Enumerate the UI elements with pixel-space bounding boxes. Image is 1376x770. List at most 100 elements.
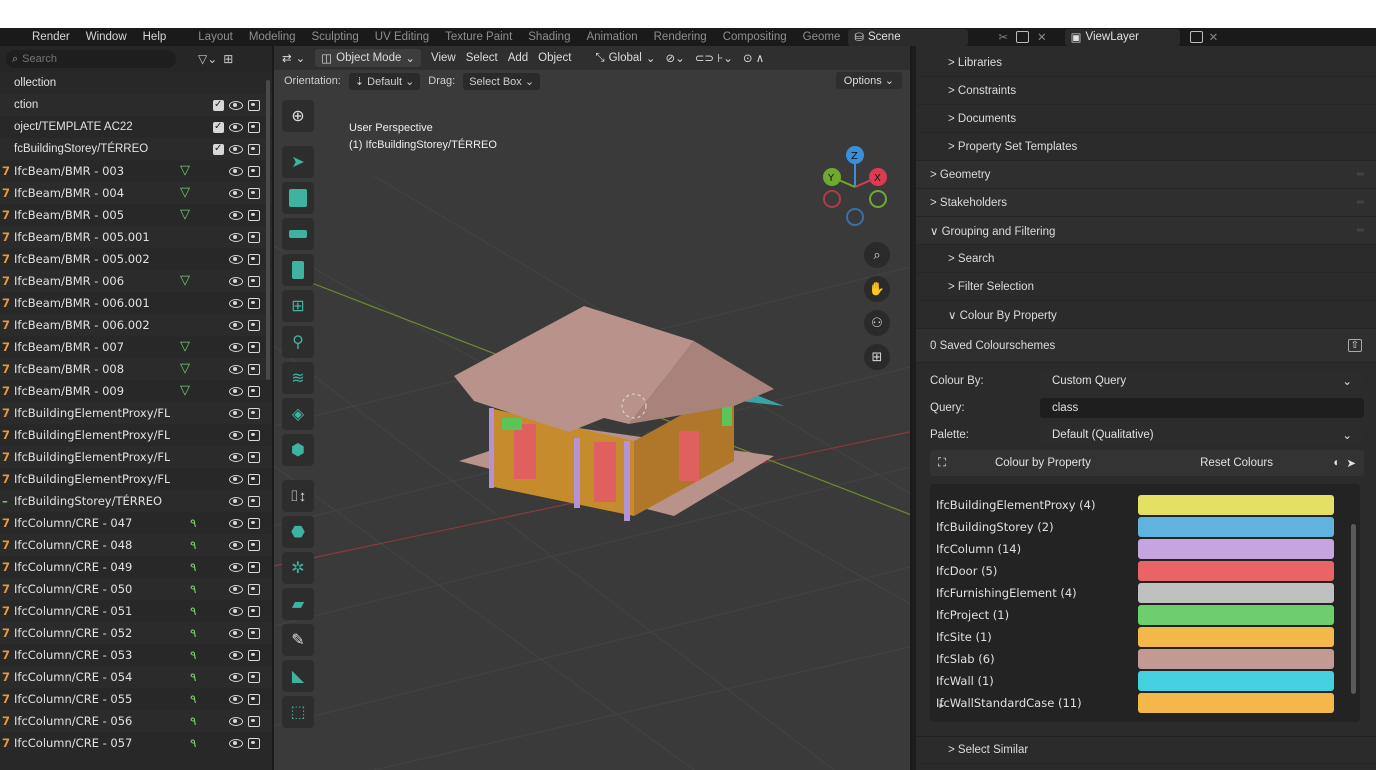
viewlayer-selector[interactable]: ▣ ViewLayer xyxy=(1064,28,1180,46)
eye-icon[interactable] xyxy=(229,320,243,330)
eye-icon[interactable] xyxy=(229,452,243,462)
menu-view[interactable]: View xyxy=(431,52,456,64)
eye-icon[interactable] xyxy=(229,562,243,572)
outliner-row[interactable]: 7 IfcBuildingElementProxy/FL xyxy=(0,402,272,424)
hand-icon[interactable]: ✋ xyxy=(864,276,890,302)
delete-scene-icon[interactable]: ✕ xyxy=(1037,30,1047,44)
drag-dropdown[interactable]: Select Box ⌄ xyxy=(463,72,541,90)
slab-tool[interactable] xyxy=(282,218,314,250)
reset-colours-button[interactable]: Reset Colours xyxy=(1140,457,1334,469)
delete-viewlayer-icon[interactable]: ✕ xyxy=(1209,30,1219,44)
property-section-row[interactable]: > Stakeholders ═ xyxy=(916,189,1376,217)
eye-icon[interactable] xyxy=(229,298,243,308)
wall-tool[interactable] xyxy=(282,182,314,214)
camera-icon[interactable] xyxy=(248,429,260,441)
menu-render[interactable]: Render xyxy=(0,31,78,43)
property-section-row[interactable]: > Search xyxy=(916,245,1376,273)
outliner-row[interactable]: 7 IfcColumn/CRE - 052 ٩ xyxy=(0,622,272,644)
camera-icon[interactable] xyxy=(248,231,260,243)
space-tool[interactable]: ⬣ xyxy=(282,516,314,548)
outliner-search-input[interactable]: ⌕ Search xyxy=(6,50,176,68)
modifier-icon[interactable]: ▽ xyxy=(180,358,190,380)
filter-icon[interactable]: ▽⌄ xyxy=(198,52,217,66)
outliner-row[interactable]: 7 IfcBuildingElementProxy/FL xyxy=(0,446,272,468)
camera-icon[interactable] xyxy=(248,693,260,705)
camera-icon[interactable] xyxy=(248,539,260,551)
camera-icon[interactable] xyxy=(248,297,260,309)
proportional-edit-button[interactable]: ⊙ ∧ xyxy=(743,51,764,65)
property-section-row[interactable]: > Libraries xyxy=(916,49,1376,77)
outliner-row[interactable]: 7 IfcColumn/CRE - 053 ٩ xyxy=(0,644,272,666)
grid-view-icon[interactable]: ⊞ xyxy=(864,344,890,370)
property-section-row[interactable]: ∨ Grouping and Filtering ═ xyxy=(916,217,1376,245)
include-checkbox[interactable] xyxy=(213,138,224,160)
tab-modeling[interactable]: Modeling xyxy=(241,28,304,46)
menu-select[interactable]: Select xyxy=(466,52,498,64)
scene-new-icon[interactable]: ✂ xyxy=(998,30,1008,44)
outliner-row[interactable]: 7 IfcBuildingElementProxy/FL xyxy=(0,424,272,446)
colour-by-property-button[interactable]: Colour by Property xyxy=(946,457,1140,469)
colour-swatch[interactable] xyxy=(1138,627,1334,647)
palette-dropdown[interactable]: Default (Qualitative) ⌄ xyxy=(1040,424,1364,445)
modifier-icon[interactable]: ▽ xyxy=(180,336,190,358)
outliner-row[interactable]: 7 IfcColumn/CRE - 055 ٩ xyxy=(0,688,272,710)
camera-icon[interactable] xyxy=(248,627,260,639)
outliner-row[interactable]: 7 IfcBeam/BMR - 003 ▽ xyxy=(0,160,272,182)
pivot-point-button[interactable]: ⊘⌄ xyxy=(666,51,685,65)
outliner-row[interactable]: oject/TEMPLATE AC22 xyxy=(0,116,272,138)
colour-swatch[interactable] xyxy=(1138,583,1334,603)
camera-icon[interactable] xyxy=(248,451,260,463)
menu-window[interactable]: Window xyxy=(78,31,135,43)
camera-icon[interactable] xyxy=(248,121,260,133)
export-icon[interactable]: ⇧ xyxy=(1347,339,1362,352)
eye-icon[interactable] xyxy=(229,232,243,242)
tab-geometry[interactable]: Geome xyxy=(795,28,849,46)
colour-swatch[interactable] xyxy=(1138,495,1334,515)
new-collection-icon[interactable]: ⊞ xyxy=(223,52,233,66)
eye-icon[interactable] xyxy=(229,672,243,682)
colour-swatch[interactable] xyxy=(1138,561,1334,581)
tab-uv-editing[interactable]: UV Editing xyxy=(367,28,437,46)
camera-icon[interactable] xyxy=(248,341,260,353)
column-tool[interactable]: ⚲ xyxy=(282,326,314,358)
eye-icon[interactable] xyxy=(229,100,243,110)
camera-icon[interactable] xyxy=(248,737,260,749)
camera-icon[interactable] xyxy=(248,275,260,287)
eye-icon[interactable] xyxy=(229,386,243,396)
outliner-row[interactable]: 7 IfcBeam/BMR - 009 ▽ xyxy=(0,380,272,402)
drag-handle-icon[interactable]: ═ xyxy=(1357,225,1364,236)
query-input[interactable]: class xyxy=(1040,397,1364,418)
element-tool[interactable]: ⬢ xyxy=(282,434,314,466)
property-section-row[interactable]: > Geometry ═ xyxy=(916,161,1376,189)
stair-tool[interactable]: ≋ xyxy=(282,362,314,394)
mode-selector[interactable]: ◫ Object Mode ⌄ xyxy=(315,49,421,67)
property-section-row[interactable]: > Documents xyxy=(916,105,1376,133)
outliner-row[interactable]: 7 IfcColumn/CRE - 050 ٩ xyxy=(0,578,272,600)
camera-icon[interactable] xyxy=(248,583,260,595)
outliner-row[interactable]: – IfcBuildingStorey/TÉRREO xyxy=(0,490,272,512)
outliner-row[interactable]: 7 IfcBeam/BMR - 008 ▽ xyxy=(0,358,272,380)
outliner-row[interactable]: ollection xyxy=(0,72,272,94)
select-tool[interactable]: ➤ xyxy=(282,146,314,178)
colour-swatch[interactable] xyxy=(1138,517,1334,537)
property-section-row[interactable]: ∨ Colour By Property xyxy=(916,301,1376,329)
property-section-row[interactable]: > Constraints xyxy=(916,77,1376,105)
outliner-row[interactable]: 7 IfcColumn/CRE - 051 ٩ xyxy=(0,600,272,622)
tab-layout[interactable]: Layout xyxy=(190,28,241,46)
eye-icon[interactable] xyxy=(229,628,243,638)
cursor-tool[interactable]: ⊕ xyxy=(282,100,314,132)
tab-compositing[interactable]: Compositing xyxy=(715,28,795,46)
colour-swatch[interactable] xyxy=(1138,605,1334,625)
outliner-row[interactable]: 7 IfcColumn/CRE - 047 ٩ xyxy=(0,512,272,534)
drag-handle-icon[interactable]: ═ xyxy=(1357,197,1364,208)
constraint-icon[interactable]: ٩ xyxy=(190,732,196,754)
copy-scene-icon[interactable] xyxy=(1015,31,1029,43)
colour-swatch[interactable] xyxy=(1138,671,1334,691)
camera-icon[interactable] xyxy=(248,319,260,331)
measure-tool[interactable]: ⌷↕ xyxy=(282,480,314,512)
constraint-icon[interactable]: ٩ xyxy=(190,666,196,688)
copy-viewlayer-icon[interactable] xyxy=(1189,31,1203,43)
eye-icon[interactable] xyxy=(229,144,243,154)
select-similar-row[interactable]: > Select Similar xyxy=(916,736,1376,764)
outliner-scrollbar[interactable] xyxy=(266,80,270,380)
